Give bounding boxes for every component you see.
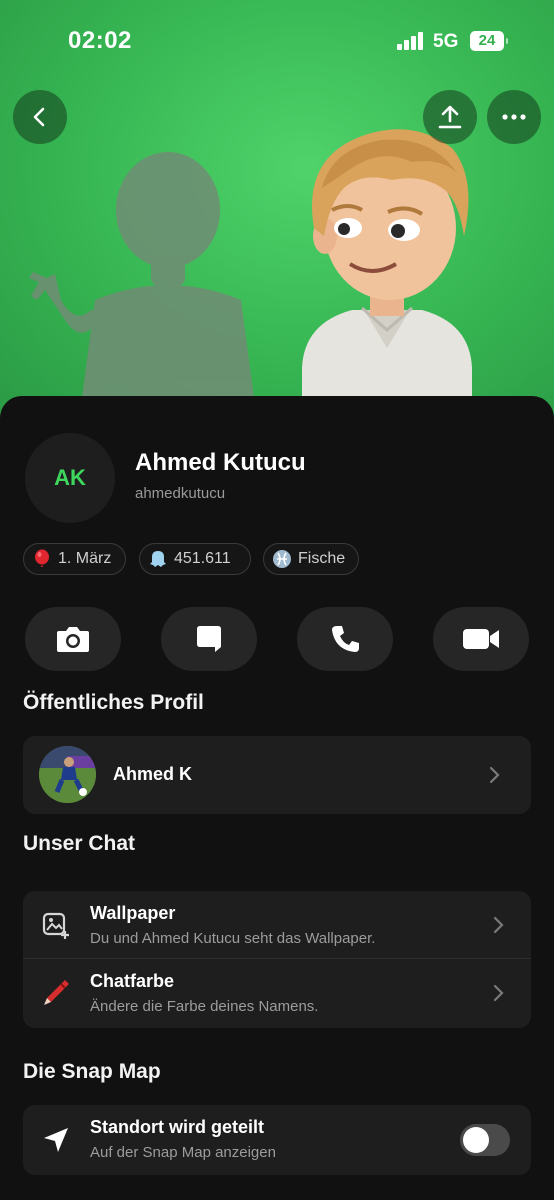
location-sharing-subtitle: Auf der Snap Map anzeigen [90,1144,276,1161]
public-profile-card[interactable]: Ahmed K [23,736,531,814]
balloon-icon [32,549,52,569]
zodiac-label: Fische [298,550,346,567]
back-button[interactable] [13,90,67,144]
signal-icon [397,32,425,50]
zodiac-chip[interactable]: Fische [263,543,359,575]
profile-username: ahmedkutucu [135,485,226,502]
chat-button[interactable] [161,607,257,671]
wallpaper-icon [42,912,69,939]
crayon-icon [44,980,69,1005]
snapscore-label: 451.611 [174,550,231,567]
chevron-right-icon [493,916,504,934]
public-profile-name: Ahmed K [113,764,193,784]
snapscore-chip[interactable]: 451.611 [139,543,251,575]
camera-icon [57,627,89,652]
more-options-button[interactable] [487,90,541,144]
ghost-icon [148,549,168,569]
snap-map-card: Standort wird geteilt Auf der Snap Map a… [23,1105,531,1175]
status-bar: 02:02 5G 24 [0,0,554,80]
profile-display-name: Ahmed Kutucu [135,449,306,476]
video-call-button[interactable] [433,607,529,671]
battery-icon: 24 [470,31,508,51]
wallpaper-title: Wallpaper [90,903,176,923]
chevron-right-icon [493,984,504,1002]
public-profile-heading: Öffentliches Profil [23,691,204,714]
location-arrow-icon [44,1128,68,1152]
chat-color-subtitle: Ändere die Farbe deines Namens. [90,998,319,1015]
network-label: 5G [433,31,459,52]
bitmoji-avatar [302,129,472,420]
wallpaper-row[interactable]: Wallpaper Du und Ahmed Kutucu seht das W… [23,891,531,959]
chevron-left-icon [33,107,45,127]
share-button[interactable] [423,90,477,144]
toggle-knob [463,1127,489,1153]
birthday-label: 1. März [58,550,112,567]
location-sharing-toggle[interactable] [460,1124,510,1156]
phone-icon [332,626,359,652]
profile-initials-avatar[interactable]: AK [25,433,115,523]
pisces-icon [272,549,292,569]
profile-hero-banner: 02:02 5G 24 [0,0,554,420]
location-sharing-title: Standort wird geteilt [90,1117,265,1137]
our-chat-card: Wallpaper Du und Ahmed Kutucu seht das W… [23,891,531,1028]
chat-color-row[interactable]: Chatfarbe Ändere die Farbe deines Namens… [23,959,531,1028]
upload-icon [438,105,462,129]
chevron-right-icon [489,766,500,784]
chat-bubble-icon [197,626,221,652]
public-profile-avatar [39,746,96,803]
video-camera-icon [463,629,499,649]
call-button[interactable] [297,607,393,671]
snap-map-heading: Die Snap Map [23,1060,161,1083]
chat-color-title: Chatfarbe [90,971,175,991]
our-chat-heading: Unser Chat [23,832,136,855]
wallpaper-subtitle: Du und Ahmed Kutucu seht das Wallpaper. [90,930,376,947]
birthday-chip[interactable]: 1. März [23,543,126,575]
friend-silhouette-avatar [29,152,257,420]
status-time: 02:02 [68,27,132,54]
camera-button[interactable] [25,607,121,671]
ellipsis-icon [502,114,526,120]
